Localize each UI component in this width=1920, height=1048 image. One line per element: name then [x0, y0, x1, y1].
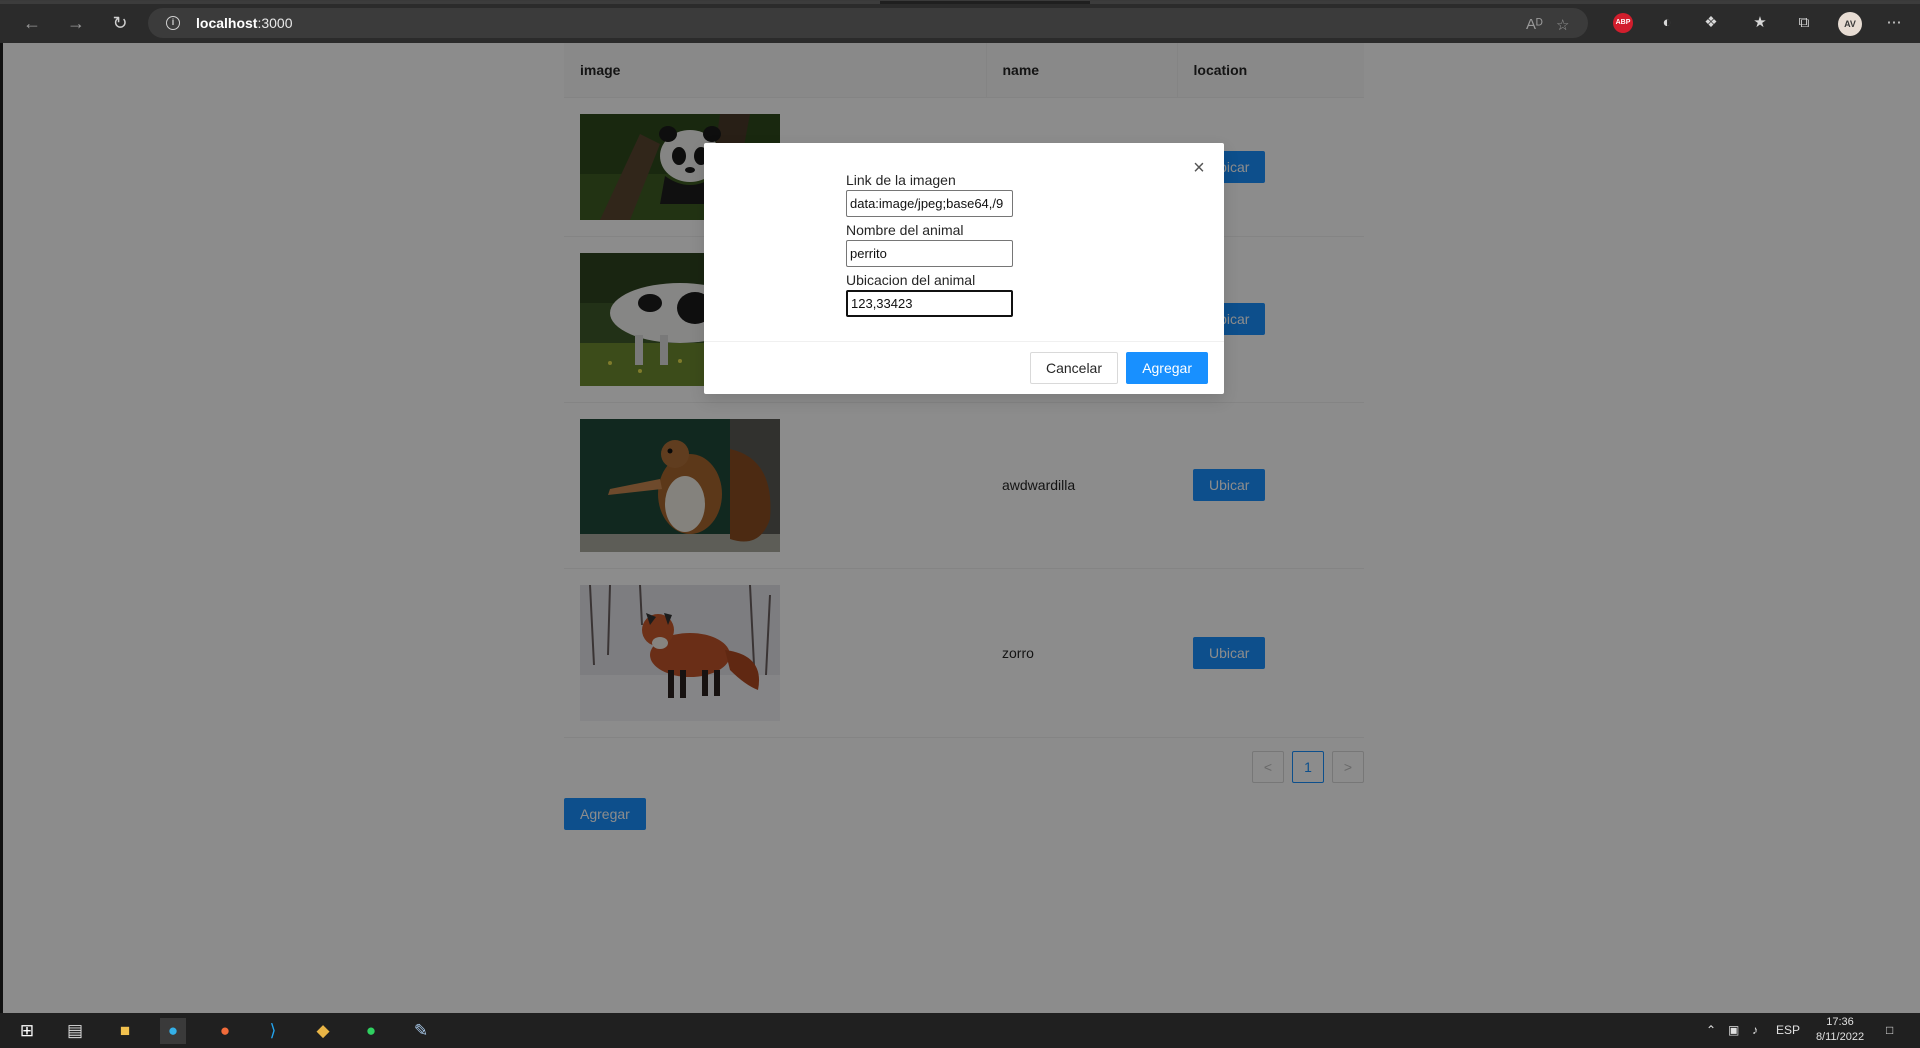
- more-menu-icon[interactable]: ⋯: [1884, 13, 1904, 33]
- refresh-icon[interactable]: ↻: [108, 11, 132, 35]
- modal-footer: Cancelar Agregar: [704, 341, 1224, 394]
- forward-arrow-icon[interactable]: →: [64, 11, 88, 35]
- tab-segment: [0, 1, 880, 4]
- browser-toolbar: ← → ↻ i localhost:3000 Aᴰ ☆ ABP ◐ ❖ ★ ⧉ …: [0, 0, 1920, 43]
- read-aloud-icon[interactable]: Aᴰ: [1526, 16, 1543, 33]
- postman-icon[interactable]: ●: [212, 1018, 238, 1044]
- notifications-icon[interactable]: □: [1886, 1023, 1893, 1037]
- task-view-icon[interactable]: ▤: [62, 1018, 88, 1044]
- clock-date: 8/11/2022: [1815, 1031, 1865, 1043]
- address-url[interactable]: localhost:3000: [196, 15, 293, 31]
- avatar[interactable]: AV: [1838, 12, 1862, 36]
- add-animal-form: Link de la imagen Nombre del animal Ubic…: [846, 170, 1013, 320]
- back-arrow-icon[interactable]: ←: [20, 11, 44, 35]
- close-icon[interactable]: ×: [1188, 157, 1210, 179]
- network-icon[interactable]: ▣: [1728, 1023, 1739, 1037]
- window-edge: [0, 43, 3, 1013]
- collections-icon[interactable]: ⧉: [1794, 13, 1814, 33]
- windows-taskbar: ⊞ ▤ ■ ● ● ⟩ ◆ ● ✎ ⌃ ▣ ♪ ESP 17:36 8/11/2…: [0, 1013, 1920, 1048]
- system-clock[interactable]: 17:36 8/11/2022: [1810, 1015, 1870, 1045]
- extension-icon[interactable]: ◐: [1657, 13, 1677, 33]
- image-link-label: Link de la imagen: [846, 172, 956, 188]
- info-icon[interactable]: i: [166, 16, 180, 30]
- whatsapp-icon[interactable]: ●: [358, 1018, 384, 1044]
- tab-segment: [1090, 1, 1920, 4]
- language-indicator[interactable]: ESP: [1776, 1023, 1800, 1037]
- animal-name-input[interactable]: [846, 240, 1013, 267]
- paint-icon[interactable]: ✎: [408, 1018, 434, 1044]
- tab-strip: [0, 1, 1920, 4]
- extensions-puzzle-icon[interactable]: ❖: [1701, 13, 1721, 33]
- cancel-button[interactable]: Cancelar: [1029, 352, 1118, 384]
- submit-add-button[interactable]: Agregar: [1126, 352, 1208, 384]
- vscode-icon[interactable]: ⟩: [260, 1018, 286, 1044]
- animal-location-label: Ubicacion del animal: [846, 272, 976, 288]
- animal-name-label: Nombre del animal: [846, 222, 964, 238]
- add-animal-modal: × Link de la imagen Nombre del animal Ub…: [704, 143, 1224, 394]
- windows-start-icon[interactable]: ⊞: [14, 1018, 40, 1044]
- adblock-plus-icon[interactable]: ABP: [1613, 13, 1633, 33]
- animal-location-input[interactable]: [846, 290, 1013, 317]
- edge-browser-icon[interactable]: ●: [160, 1018, 186, 1044]
- add-favorite-icon[interactable]: ☆: [1556, 16, 1569, 34]
- favorites-icon[interactable]: ★: [1750, 13, 1770, 33]
- file-explorer-icon[interactable]: ■: [112, 1018, 138, 1044]
- address-bar[interactable]: i localhost:3000 Aᴰ ☆: [148, 8, 1588, 38]
- image-link-input[interactable]: [846, 190, 1013, 217]
- clock-time: 17:36: [1826, 1016, 1854, 1028]
- git-kraken-icon[interactable]: ◆: [310, 1018, 336, 1044]
- volume-icon[interactable]: ♪: [1752, 1023, 1758, 1037]
- show-hidden-icons[interactable]: ⌃: [1706, 1023, 1716, 1037]
